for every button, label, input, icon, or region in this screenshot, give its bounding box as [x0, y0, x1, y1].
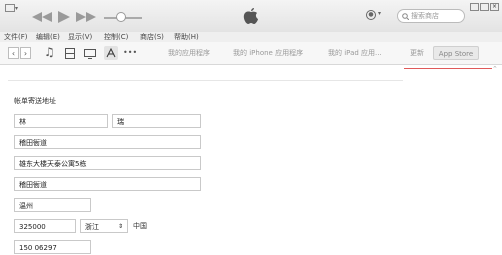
search-icon	[402, 13, 409, 20]
apps-icon[interactable]	[104, 46, 118, 60]
minimize-icon[interactable]	[470, 3, 479, 11]
street-line3-field[interactable]: 稽田衙道	[14, 177, 201, 191]
apple-logo-icon	[243, 8, 258, 24]
tab-my-apps[interactable]: 我的应用程序	[168, 42, 210, 64]
tab-my-iphone-apps[interactable]: 我的 iPhone 应用程序	[233, 42, 303, 64]
country-label: 中国	[133, 222, 147, 230]
app-store-button[interactable]: App Store	[433, 46, 479, 60]
tv-icon[interactable]	[84, 49, 96, 59]
search-placeholder: 搜索商店	[411, 12, 439, 20]
account-chevron-icon[interactable]: ▾	[378, 10, 381, 17]
accent-line	[404, 68, 492, 69]
maximize-icon[interactable]	[480, 3, 489, 11]
account-icon[interactable]: ●	[366, 10, 376, 20]
menu-store[interactable]: 商店(S)	[140, 32, 164, 42]
postcode-field[interactable]: 325000	[14, 219, 76, 233]
window-menu-icon[interactable]	[5, 4, 15, 12]
tab-my-ipad-apps[interactable]: 我的 iPad 应用...	[328, 42, 382, 64]
phone-field[interactable]: 150 06297	[14, 240, 91, 254]
province-value: 浙江	[85, 223, 99, 231]
fast-forward-icon[interactable]	[76, 12, 96, 22]
menu-controls[interactable]: 控制(C)	[104, 32, 128, 42]
close-icon[interactable]: ×	[490, 3, 499, 11]
menu-bar: 文件(F) 编辑(E) 显示(V) 控制(C) 商店(S) 帮助(H)	[0, 32, 502, 42]
first-name-field[interactable]: 瑞	[112, 114, 201, 128]
tab-updates[interactable]: 更新	[410, 42, 424, 64]
last-name-field[interactable]: 林	[14, 114, 108, 128]
select-arrows-icon: ⇕	[117, 223, 123, 230]
movies-icon[interactable]	[65, 48, 75, 59]
search-field[interactable]: 搜索商店	[397, 9, 465, 23]
toolbar: ‹ › ♫ ••• 我的应用程序 我的 iPhone 应用程序 我的 iPad …	[0, 42, 502, 65]
street-line2-field[interactable]: 雄东大楼天泰公寓5栋	[14, 156, 201, 170]
menu-file[interactable]: 文件(F)	[4, 32, 28, 42]
billing-form: ⌃ 帐单寄送地址 林 瑞 稽田衙道 雄东大楼天泰公寓5栋 稽田衙道 温州 325…	[0, 65, 502, 255]
scroll-chevron-icon[interactable]: ⌃	[492, 65, 498, 73]
back-button[interactable]: ‹	[8, 47, 19, 59]
more-icon[interactable]: •••	[123, 42, 137, 64]
volume-knob[interactable]	[116, 12, 126, 22]
title-bar: ▾ ● ▾ 搜索商店 ×	[0, 0, 502, 33]
music-icon[interactable]: ♫	[44, 45, 55, 59]
forward-button[interactable]: ›	[20, 47, 31, 59]
rewind-icon[interactable]	[32, 12, 52, 22]
city-field[interactable]: 温州	[14, 198, 91, 212]
top-divider	[8, 80, 403, 81]
section-title: 帐单寄送地址	[14, 97, 56, 105]
province-select[interactable]: 浙江 ⇕	[80, 219, 128, 233]
menu-help[interactable]: 帮助(H)	[174, 32, 199, 42]
street-line1-field[interactable]: 稽田衙道	[14, 135, 201, 149]
window-menu-chevron-icon[interactable]: ▾	[15, 5, 18, 12]
play-icon[interactable]	[58, 11, 70, 23]
menu-edit[interactable]: 编辑(E)	[36, 32, 60, 42]
menu-view[interactable]: 显示(V)	[68, 32, 92, 42]
